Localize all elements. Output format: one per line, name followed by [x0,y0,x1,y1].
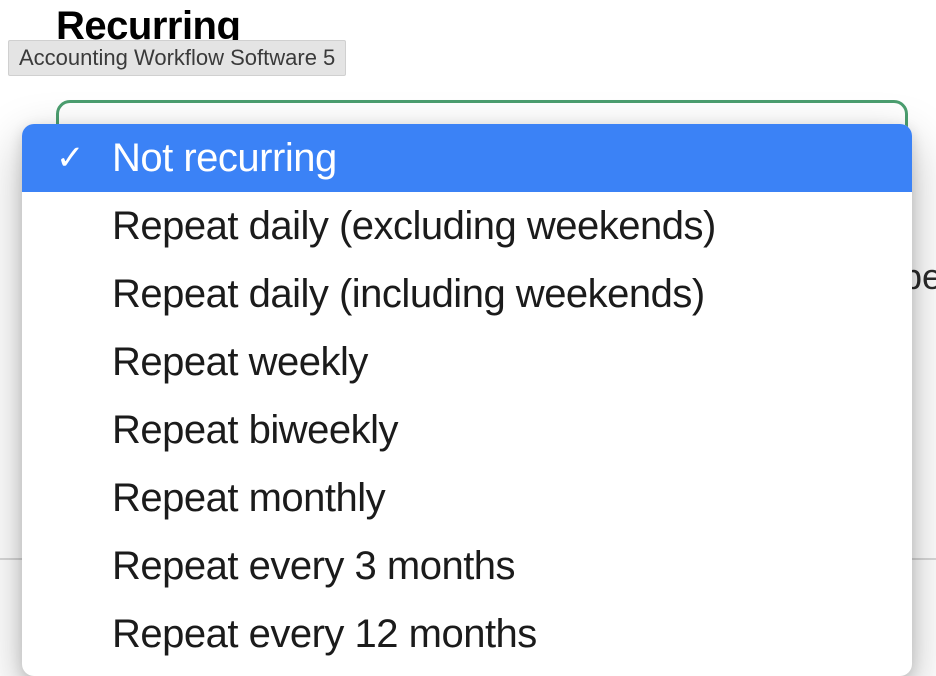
dropdown-option-label: Repeat biweekly [112,410,398,450]
tooltip-app-name: Accounting Workflow Software 5 [8,40,346,76]
check-icon: ✓ [50,138,112,178]
dropdown-option-repeat-daily-excl[interactable]: Repeat daily (excluding weekends) [22,192,912,260]
dropdown-option-label: Not recurring [112,138,337,178]
dropdown-option-repeat-weekly[interactable]: Repeat weekly [22,328,912,396]
dropdown-option-not-recurring[interactable]: ✓ Not recurring [22,124,912,192]
dropdown-option-repeat-daily-incl[interactable]: Repeat daily (including weekends) [22,260,912,328]
dropdown-option-repeat-3-months[interactable]: Repeat every 3 months [22,532,912,600]
dropdown-option-label: Repeat daily (including weekends) [112,274,705,314]
dropdown-option-label: Repeat every 12 months [112,614,537,654]
dropdown-option-repeat-12-months[interactable]: Repeat every 12 months [22,600,912,668]
dropdown-option-repeat-biweekly[interactable]: Repeat biweekly [22,396,912,464]
dropdown-option-repeat-monthly[interactable]: Repeat monthly [22,464,912,532]
recurring-dropdown-menu[interactable]: ✓ Not recurring Repeat daily (excluding … [22,124,912,676]
dropdown-option-label: Repeat daily (excluding weekends) [112,206,716,246]
dropdown-option-label: Repeat every 3 months [112,546,515,586]
dropdown-option-label: Repeat weekly [112,342,368,382]
dropdown-option-label: Repeat monthly [112,478,385,518]
